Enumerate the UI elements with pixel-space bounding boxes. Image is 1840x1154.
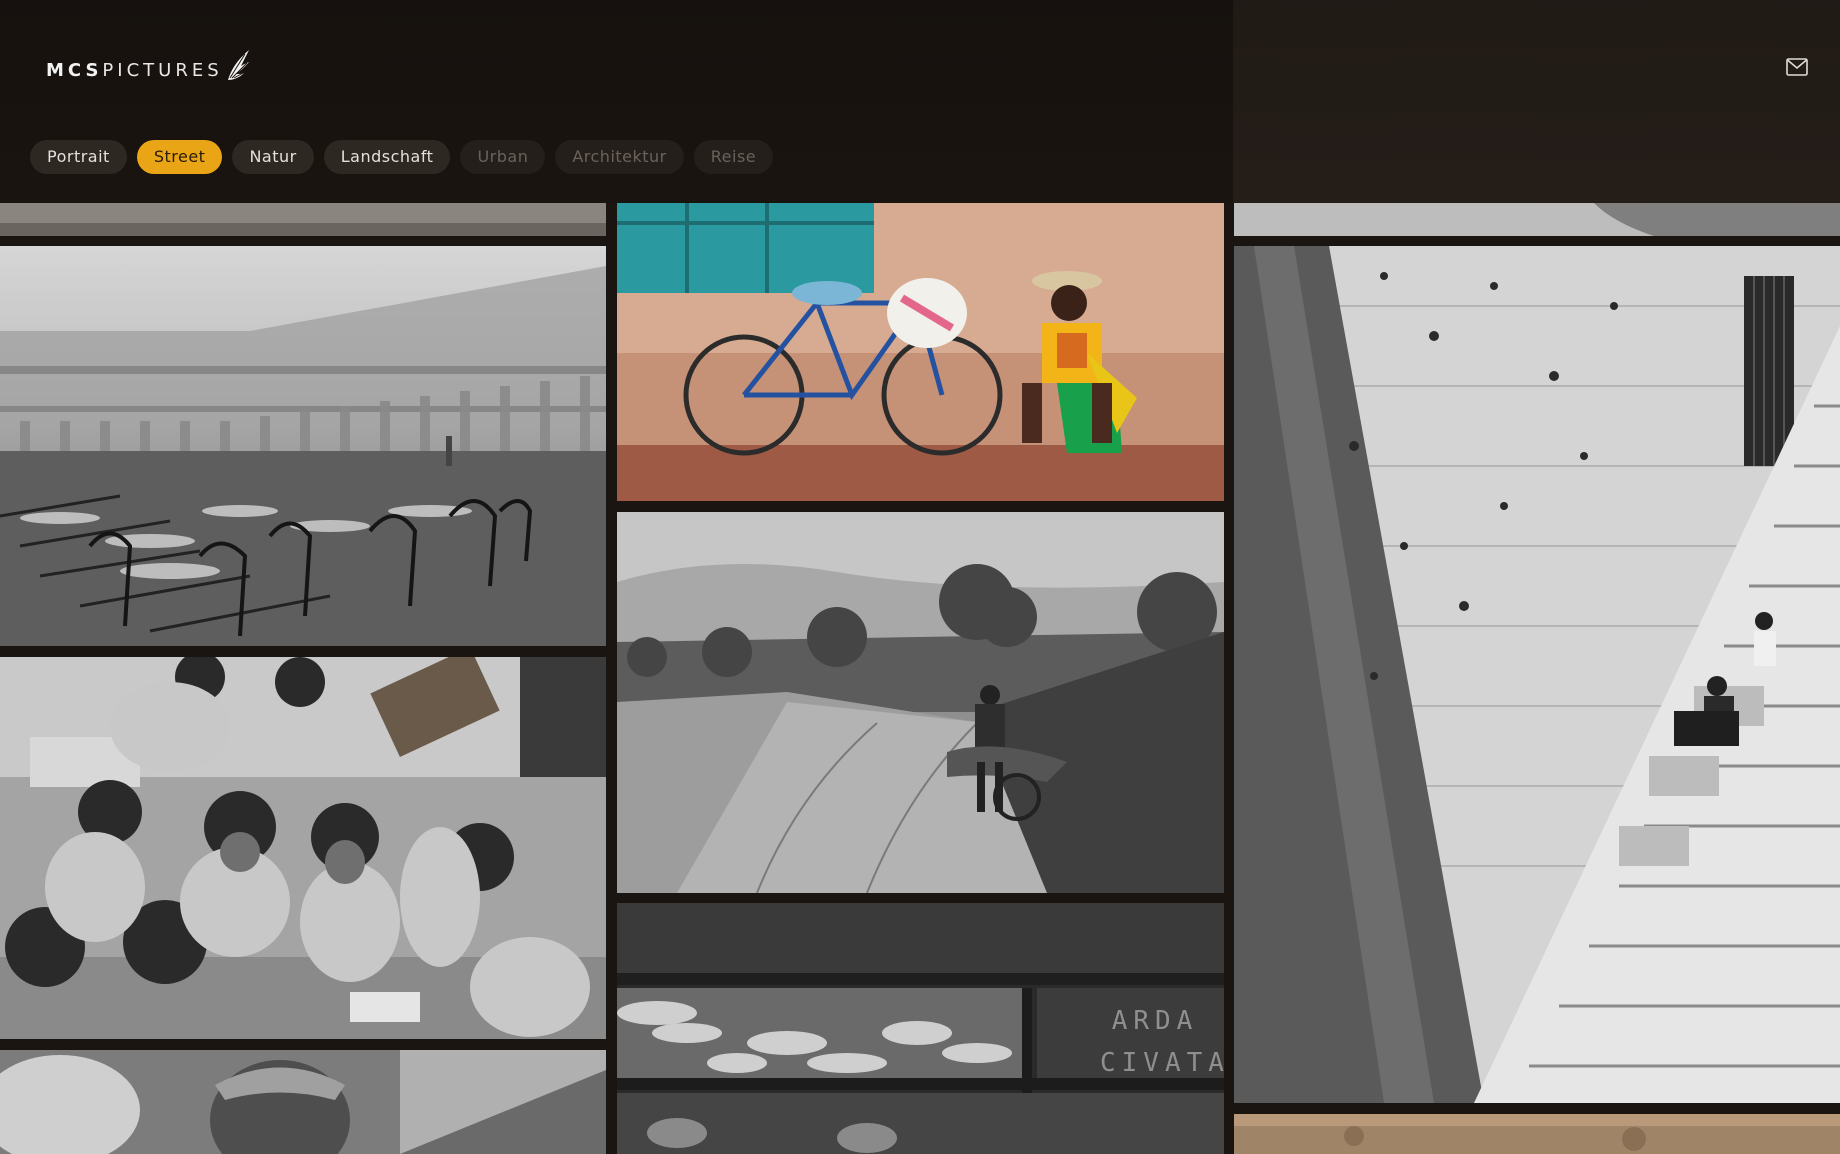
brand-name-bold: MCS <box>46 59 103 81</box>
photo-market-portrait[interactable] <box>0 1050 606 1154</box>
shop-sign-line2: CIVATA <box>1100 1048 1230 1078</box>
filter-chip-reise[interactable]: Reise <box>693 140 774 174</box>
shop-sign-line1: ARDA <box>1111 1006 1199 1036</box>
filter-chip-landschaft[interactable]: Landschaft <box>323 140 451 174</box>
page: ARDA CIVATA MCS PICTURES Portrait Street… <box>0 0 1840 1154</box>
filter-chip-street[interactable]: Street <box>136 140 223 174</box>
filter-chip-portrait[interactable]: Portrait <box>30 140 127 174</box>
photo-stone-staircase[interactable] <box>1234 246 1840 1103</box>
photo-bicycle-woman[interactable] <box>617 203 1224 501</box>
brand-logo[interactable]: MCS PICTURES <box>46 50 251 90</box>
photo-dirt-road-cyclist[interactable] <box>617 512 1224 893</box>
photo-top-strip-left[interactable] <box>0 203 606 236</box>
photo-venice-piazza[interactable] <box>0 246 606 646</box>
filter-chip-architektur[interactable]: Architektur <box>555 140 684 174</box>
filter-chip-urban[interactable]: Urban <box>460 140 546 174</box>
brand-name-light: PICTURES <box>102 59 223 81</box>
filter-chip-natur[interactable]: Natur <box>232 140 314 174</box>
category-filter-bar: Portrait Street Natur Landschaft Urban A… <box>30 140 774 174</box>
photo-bottom-strip-right[interactable] <box>1234 1114 1840 1154</box>
header-right-overlay <box>1233 0 1840 203</box>
wing-icon <box>227 50 249 80</box>
mail-icon[interactable] <box>1786 58 1808 76</box>
shop-sign-text: ARDA CIVATA <box>1100 1000 1230 1084</box>
photo-top-strip-right[interactable] <box>1234 203 1840 236</box>
photo-children-classroom[interactable] <box>0 657 606 1039</box>
